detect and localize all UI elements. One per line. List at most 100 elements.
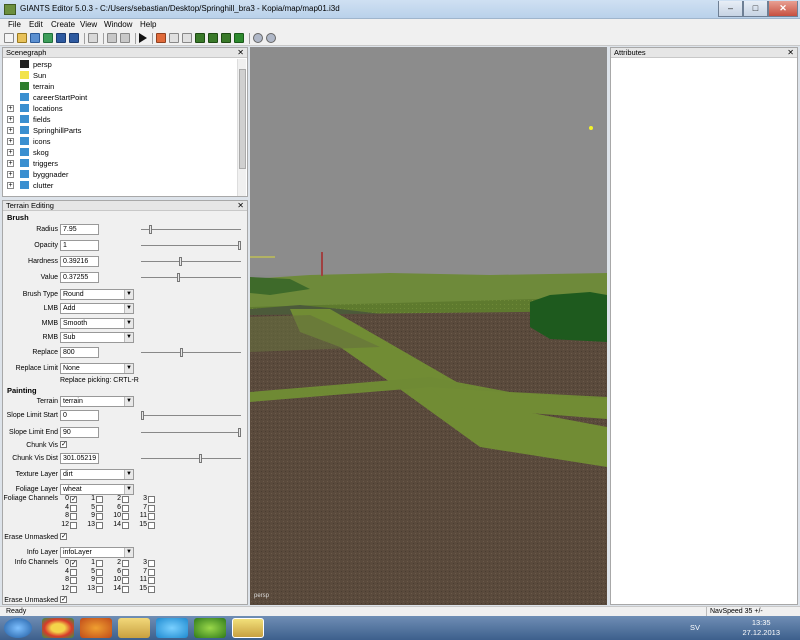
- redo-icon[interactable]: [120, 33, 130, 43]
- scenegraph-item[interactable]: + locations: [3, 103, 237, 114]
- scenegraph-item[interactable]: careerStartPoint: [3, 92, 237, 103]
- play-icon[interactable]: [139, 33, 147, 43]
- terrain-paint-icon[interactable]: [208, 33, 218, 43]
- chunk-vis-dist-input[interactable]: 301.05219: [60, 453, 99, 464]
- move-tool-icon[interactable]: [182, 33, 192, 43]
- menu-edit[interactable]: Edit: [29, 20, 43, 29]
- 3d-viewport[interactable]: persp: [250, 47, 607, 605]
- scenegraph-item[interactable]: + SpringhillParts: [3, 125, 237, 136]
- language-indicator[interactable]: SV: [690, 623, 700, 632]
- export-icon[interactable]: [43, 33, 53, 43]
- slider-handle[interactable]: [180, 348, 183, 357]
- scenegraph-item[interactable]: terrain: [3, 81, 237, 92]
- menu-file[interactable]: File: [8, 20, 21, 29]
- hardness-slider[interactable]: [141, 257, 241, 266]
- foliage-channel-checkbox[interactable]: [96, 496, 103, 503]
- foliage-channel-checkbox[interactable]: [148, 504, 155, 512]
- radius-input[interactable]: 7.95: [60, 224, 99, 235]
- foliage-channel-checkbox[interactable]: [122, 496, 129, 503]
- spotify-icon[interactable]: [194, 618, 226, 638]
- save-icon[interactable]: [56, 33, 66, 43]
- texture-layer-select[interactable]: dirt ▼: [60, 469, 134, 480]
- expand-icon[interactable]: +: [7, 116, 14, 123]
- expand-icon[interactable]: +: [7, 138, 14, 145]
- select-tool-icon[interactable]: [156, 33, 166, 43]
- erase-unmasked-checkbox[interactable]: ✓: [60, 533, 67, 540]
- minimize-button[interactable]: –: [718, 1, 743, 17]
- chevron-down-icon[interactable]: ▼: [124, 290, 133, 299]
- chevron-down-icon[interactable]: ▼: [124, 364, 133, 373]
- gear-icon[interactable]: [253, 33, 263, 43]
- foliage-channel-checkbox[interactable]: [148, 496, 155, 503]
- settings-icon[interactable]: [266, 33, 276, 43]
- expand-icon[interactable]: +: [7, 105, 14, 112]
- slider-handle[interactable]: [141, 411, 144, 420]
- scenegraph-item[interactable]: + icons: [3, 136, 237, 147]
- info-channel-checkbox[interactable]: [70, 585, 77, 593]
- info-channel-checkbox[interactable]: [122, 568, 129, 576]
- chevron-down-icon[interactable]: ▼: [124, 485, 133, 494]
- info-channel-checkbox[interactable]: [148, 568, 155, 576]
- menu-help[interactable]: Help: [140, 20, 156, 29]
- expand-icon[interactable]: +: [7, 160, 14, 167]
- firefox-icon[interactable]: [80, 618, 112, 638]
- slider-handle[interactable]: [199, 454, 202, 463]
- terrain-sculpt-icon[interactable]: [195, 33, 205, 43]
- foliage-paint-icon[interactable]: [221, 33, 231, 43]
- replace-limit-select[interactable]: None ▼: [60, 363, 134, 374]
- slider-handle[interactable]: [238, 428, 241, 437]
- scenegraph-item[interactable]: + triggers: [3, 158, 237, 169]
- scroll-thumb[interactable]: [239, 69, 246, 169]
- value-slider[interactable]: [141, 273, 241, 282]
- rmb-select[interactable]: Sub ▼: [60, 332, 134, 343]
- chrome-icon[interactable]: [42, 618, 74, 638]
- info-channel-checkbox[interactable]: [96, 560, 103, 567]
- menu-window[interactable]: Window: [104, 20, 132, 29]
- import-icon[interactable]: [30, 33, 40, 43]
- maximize-button[interactable]: □: [743, 1, 768, 17]
- foliage-channel-checkbox[interactable]: [70, 521, 77, 529]
- value-input[interactable]: 0.37255: [60, 272, 99, 283]
- opacity-slider[interactable]: [141, 241, 241, 250]
- foliage-channel-checkbox[interactable]: [96, 504, 103, 512]
- mmb-select[interactable]: Smooth ▼: [60, 318, 134, 329]
- chevron-down-icon[interactable]: ▼: [124, 397, 133, 406]
- chunk-vis-checkbox[interactable]: ✓: [60, 441, 67, 448]
- hardness-input[interactable]: 0.39216: [60, 256, 99, 267]
- save-as-icon[interactable]: [69, 33, 79, 43]
- slope-start-input[interactable]: 0: [60, 410, 99, 421]
- info-channel-checkbox[interactable]: [96, 568, 103, 576]
- slider-handle[interactable]: [177, 273, 180, 282]
- scenegraph-item[interactable]: + skog: [3, 147, 237, 158]
- expand-icon[interactable]: +: [7, 182, 14, 189]
- chevron-down-icon[interactable]: ▼: [124, 319, 133, 328]
- system-clock[interactable]: 13:35 27.12.2013: [742, 618, 780, 638]
- info-channel-checkbox[interactable]: [122, 585, 129, 593]
- foliage-channel-checkbox[interactable]: [96, 513, 103, 520]
- close-button[interactable]: ✕: [768, 1, 798, 17]
- reload-icon[interactable]: [88, 33, 98, 43]
- scenegraph-item[interactable]: persp: [3, 59, 237, 70]
- slope-start-slider[interactable]: [141, 411, 241, 420]
- undo-icon[interactable]: [107, 33, 117, 43]
- close-icon[interactable]: ✕: [787, 48, 794, 58]
- foliage-layer-select[interactable]: wheat ▼: [60, 484, 134, 495]
- new-file-icon[interactable]: [4, 33, 14, 43]
- scenegraph-item[interactable]: + byggnader: [3, 169, 237, 180]
- foliage-channel-checkbox[interactable]: [148, 521, 155, 529]
- info-channel-checkbox[interactable]: [96, 577, 103, 584]
- foliage-channel-checkbox[interactable]: ✓: [70, 496, 77, 503]
- chunk-vis-dist-slider[interactable]: [141, 454, 241, 463]
- foliage-channel-checkbox[interactable]: [70, 513, 77, 520]
- grass-icon[interactable]: [234, 33, 244, 43]
- foliage-channel-checkbox[interactable]: [122, 521, 129, 529]
- close-icon[interactable]: ✕: [237, 48, 244, 58]
- info-channel-checkbox[interactable]: [122, 560, 129, 567]
- foliage-channel-checkbox[interactable]: [96, 521, 103, 529]
- info-channel-checkbox[interactable]: [122, 577, 129, 584]
- chevron-down-icon[interactable]: ▼: [124, 470, 133, 479]
- terrain-select[interactable]: terrain ▼: [60, 396, 134, 407]
- menu-view[interactable]: View: [80, 20, 97, 29]
- foliage-channel-checkbox[interactable]: [122, 513, 129, 520]
- expand-icon[interactable]: +: [7, 171, 14, 178]
